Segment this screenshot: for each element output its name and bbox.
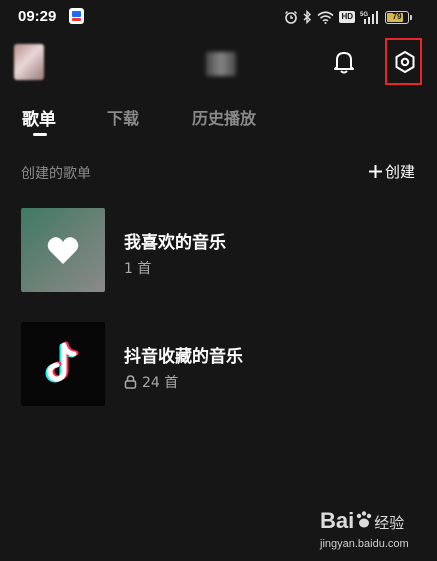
playlist-count: 24 首	[142, 375, 179, 391]
bell-icon	[334, 52, 354, 74]
plus-icon	[368, 165, 382, 178]
playlist-count: 1 首	[124, 261, 152, 277]
watermark-logo-cn: 经验	[374, 514, 405, 532]
watermark-logo-text: Bai	[320, 508, 355, 533]
create-label: 创建	[384, 163, 415, 181]
username-blurred	[206, 52, 236, 76]
battery-tip	[410, 14, 412, 20]
playlist-item[interactable]: 抖音收藏的音乐 24 首	[21, 322, 421, 406]
alarm-icon	[285, 11, 298, 24]
playlist-name: 抖音收藏的音乐	[124, 347, 243, 367]
baidu-watermark: Bai 经验 jingyan.baidu.com	[320, 508, 420, 554]
playlist-cover	[21, 322, 105, 406]
section-title: 创建的歌单	[21, 166, 91, 182]
tab-bar: 歌单 下载 历史播放	[0, 100, 437, 140]
active-tab-indicator	[33, 133, 47, 136]
lock-icon	[124, 375, 137, 389]
heart-icon	[47, 237, 79, 264]
watermark-url: jingyan.baidu.com	[320, 538, 409, 550]
status-bar: 09:29 HD 5G 79	[0, 0, 437, 34]
wifi-icon	[317, 10, 334, 24]
highlight-annotation-box	[385, 38, 422, 85]
status-time: 09:29	[18, 8, 57, 25]
playlist-meta: 1 首	[124, 258, 151, 278]
battery-icon: 79	[385, 10, 412, 24]
playlist-item[interactable]: 我喜欢的音乐 1 首	[21, 208, 421, 292]
tab-history[interactable]: 历史播放	[192, 105, 256, 129]
bluetooth-icon	[303, 10, 312, 24]
svg-text:5G: 5G	[360, 12, 368, 18]
tab-playlists[interactable]: 歌单	[22, 105, 56, 130]
status-icons: HD 5G 79	[284, 6, 412, 28]
notification-button[interactable]	[328, 46, 360, 78]
create-playlist-button[interactable]: 创建	[368, 161, 415, 182]
app-notification-icon	[69, 8, 84, 24]
tab-downloads[interactable]: 下载	[107, 105, 139, 129]
playlist-meta: 24 首	[124, 372, 178, 392]
paw-icon	[357, 511, 372, 528]
battery-text: 79	[392, 11, 402, 21]
avatar[interactable]	[14, 44, 44, 80]
watermark-logo: Bai 经验	[320, 508, 404, 534]
hd-icon: HD	[339, 11, 355, 23]
playlist-cover	[21, 208, 105, 292]
signal-icon: 5G	[360, 11, 378, 24]
playlist-name: 我喜欢的音乐	[124, 233, 226, 253]
douyin-logo-icon	[45, 341, 79, 383]
